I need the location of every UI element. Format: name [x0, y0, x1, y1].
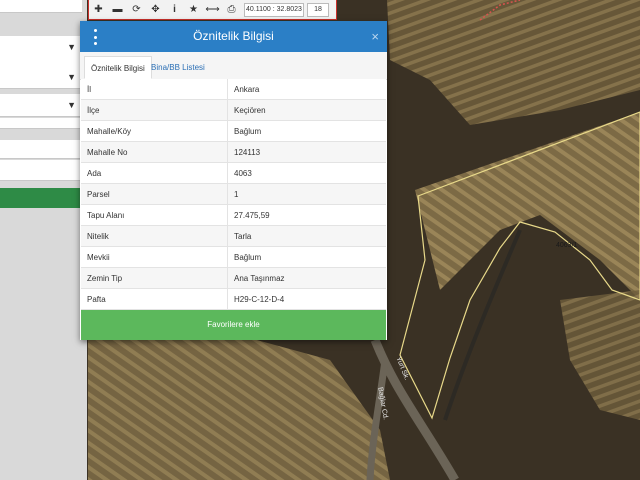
zoom-in-icon[interactable]: ✚ [89, 0, 108, 20]
attr-value: Tarla [227, 225, 386, 247]
info-icon[interactable]: i [165, 0, 184, 20]
attr-value: Bağlum [227, 120, 386, 142]
attr-key: Mahalle/Köy [81, 120, 228, 142]
table-row: Tapu Alanı 27.475,59 [81, 204, 386, 226]
attr-value: Keçiören [227, 99, 386, 121]
dialog-tabs: Öznitelik Bilgisi Bina/BB Listesi [80, 52, 387, 80]
left-panel-select[interactable]: ▼ [0, 94, 82, 117]
table-row: Nitelik Tarla [81, 225, 386, 247]
dialog-header[interactable]: Öznitelik Bilgisi × [80, 21, 387, 52]
table-row: Mahalle No 124113 [81, 141, 386, 163]
attr-value: Ana Taşınmaz [227, 267, 386, 289]
attr-key: Parsel [81, 183, 228, 205]
close-icon[interactable]: × [371, 21, 379, 52]
table-row: İlçe Keçiören [81, 99, 386, 121]
left-panel-row[interactable] [0, 140, 82, 159]
table-row: Mahalle/Köy Bağlum [81, 120, 386, 142]
refresh-icon[interactable]: ⟳ [127, 0, 146, 20]
attr-key: Mahalle No [81, 141, 228, 163]
dialog-title: Öznitelik Bilgisi [193, 29, 274, 43]
chevron-down-icon: ▼ [67, 42, 76, 52]
attr-key: Mevkii [81, 246, 228, 268]
attr-value: Ankara [227, 79, 386, 100]
attr-value: 27.475,59 [227, 204, 386, 226]
table-row: Parsel 1 [81, 183, 386, 205]
left-panel: ▼ ▼ ▼ [0, 0, 87, 480]
attr-key: Zemin Tip [81, 267, 228, 289]
map-toolbar: ✚ ▬ ⟳ ✥ i ★ ⟷ ⎙ 40.1100 : 32.8023 18 [88, 0, 337, 20]
left-panel-select[interactable]: ▼ [0, 36, 82, 59]
add-to-favorites-button[interactable]: Favorilere ekle [81, 310, 386, 340]
attr-value: 1 [227, 183, 386, 205]
star-icon[interactable]: ★ [184, 0, 203, 20]
coordinate-readout: 40.1100 : 32.8023 [244, 2, 304, 17]
zoom-out-icon[interactable]: ▬ [108, 0, 127, 20]
attr-key: İlçe [81, 99, 228, 121]
parcel-label: 4063/1 [556, 242, 578, 249]
chevron-down-icon: ▼ [67, 72, 76, 82]
print-icon[interactable]: ⎙ [222, 0, 241, 20]
left-panel-row[interactable] [0, 0, 82, 13]
left-panel-row[interactable] [0, 118, 82, 129]
attr-key: Ada [81, 162, 228, 184]
tab-attribute-info[interactable]: Öznitelik Bilgisi [84, 56, 152, 79]
table-row: Zemin Tip Ana Taşınmaz [81, 267, 386, 289]
attr-key: Tapu Alanı [81, 204, 228, 226]
table-row: Ada 4063 [81, 162, 386, 184]
attr-key: Nitelik [81, 225, 228, 247]
tab-building-list[interactable]: Bina/BB Listesi [145, 56, 211, 79]
attr-value: H29-C-12-D-4 [227, 288, 386, 310]
attribute-dialog: Öznitelik Bilgisi × Öznitelik Bilgisi Bi… [80, 21, 387, 340]
table-row: Pafta H29-C-12-D-4 [81, 288, 386, 310]
measure-icon[interactable]: ⟷ [203, 0, 222, 20]
left-panel-select[interactable]: ▼ [0, 66, 82, 89]
move-icon[interactable]: ✥ [146, 0, 165, 20]
attr-value: 4063 [227, 162, 386, 184]
table-row: İl Ankara [81, 79, 386, 100]
left-panel-row[interactable] [0, 160, 82, 181]
attr-key: İl [81, 79, 228, 100]
left-panel-query-button[interactable] [0, 188, 87, 208]
attr-value: Bağlum [227, 246, 386, 268]
attr-value: 124113 [227, 141, 386, 163]
table-row: Mevkii Bağlum [81, 246, 386, 268]
chevron-down-icon: ▼ [67, 100, 76, 110]
attr-key: Pafta [81, 288, 228, 310]
zoom-level: 18 [307, 2, 329, 17]
attribute-table: İl Ankara İlçe Keçiören Mahalle/Köy Bağlum … [81, 79, 386, 310]
